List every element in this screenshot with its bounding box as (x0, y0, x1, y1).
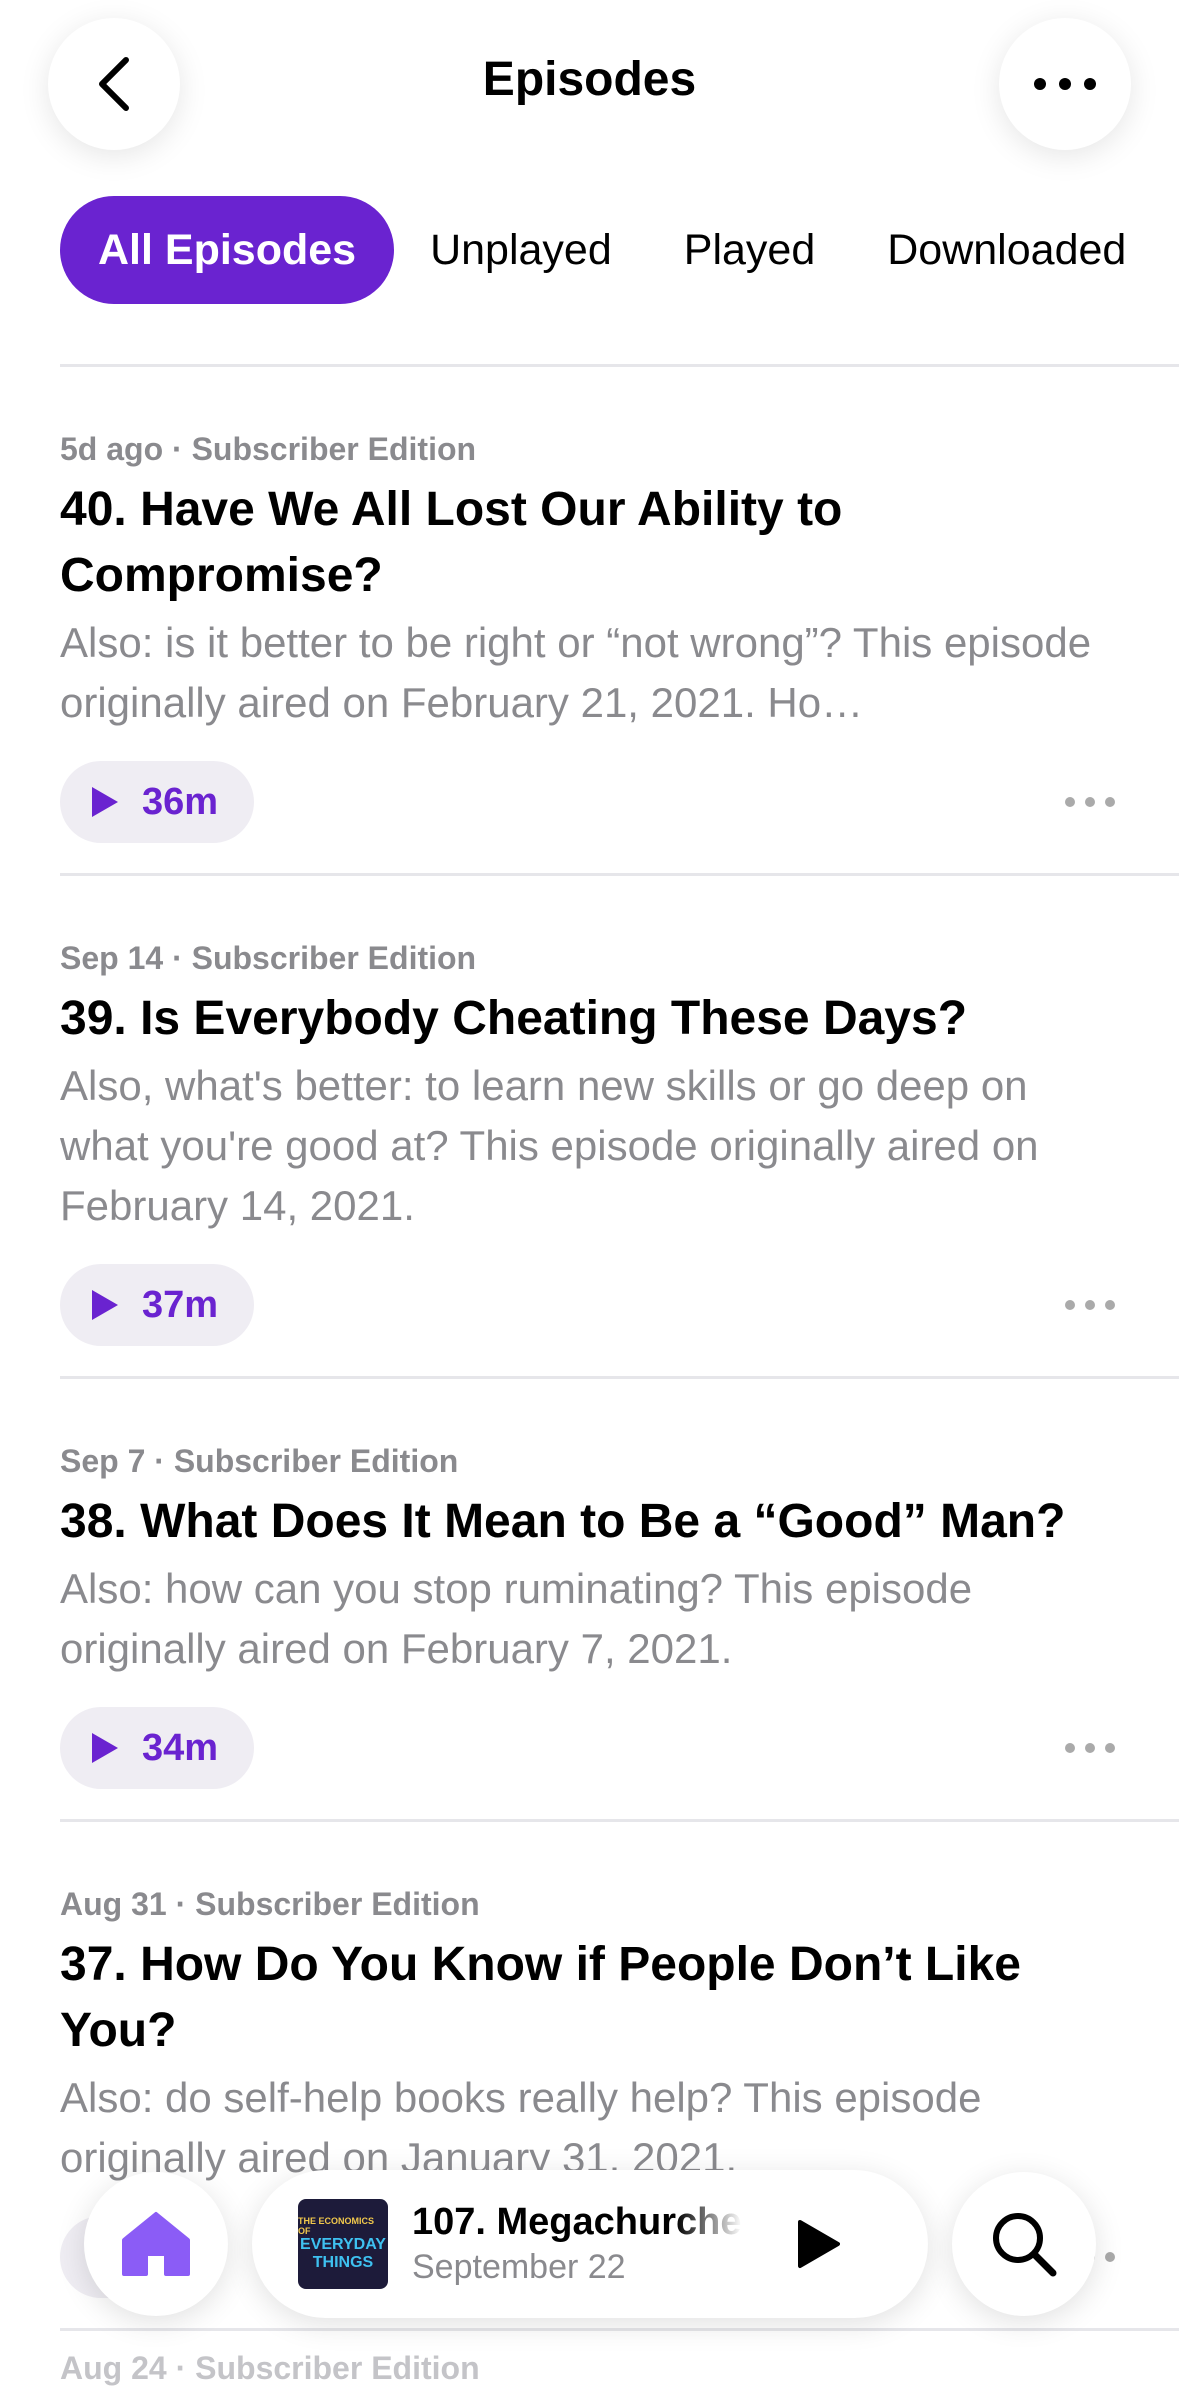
episode-description: Also: how can you stop ruminating? This … (60, 1565, 973, 1672)
episode-duration: 34m (142, 1726, 219, 1769)
episode-description: Also: is it better to be right or “not w… (60, 619, 1092, 726)
artwork-text: THINGS (312, 2254, 374, 2271)
episode-title[interactable]: 37. How Do You Know if People Don’t Like… (60, 1932, 1120, 2064)
home-button[interactable] (84, 2172, 228, 2316)
dot (1065, 797, 1075, 807)
search-icon (993, 2213, 1057, 2277)
bottom-bar: THE ECONOMICS OF EVERYDAY THINGS 107. Me… (0, 2168, 1179, 2318)
play-episode-button[interactable]: 34m (60, 1707, 255, 1789)
episode-duration: 36m (142, 780, 219, 823)
home-icon (122, 2212, 190, 2276)
episode-meta: 5d ago · Subscriber Edition (60, 431, 477, 467)
episode-title[interactable]: 40. Have We All Lost Our Ability to Comp… (60, 477, 1120, 609)
tab-played[interactable]: Played (648, 196, 851, 304)
now-playing-date: September 22 (412, 2248, 626, 2286)
more-options-button[interactable] (999, 18, 1131, 150)
episode-description: Also, what's better: to learn new skills… (60, 1062, 1039, 1229)
header: Episodes (0, 0, 1179, 170)
play-icon (92, 787, 118, 817)
episode-meta: Sep 7 · Subscriber Edition (60, 1443, 459, 1479)
episode-meta: Aug 31 · Subscriber Edition (60, 1886, 480, 1922)
podcast-artwork: THE ECONOMICS OF EVERYDAY THINGS (298, 2199, 388, 2289)
play-icon (92, 1733, 118, 1763)
episode-item[interactable]: 5d ago · Subscriber Edition 40. Have We … (60, 367, 1179, 876)
dot (1085, 1743, 1095, 1753)
episode-more-button[interactable] (1060, 797, 1120, 807)
episode-more-button[interactable] (1060, 1300, 1120, 1310)
dot (1065, 1300, 1075, 1310)
now-playing-title: 107. Megachurches (412, 2201, 742, 2243)
dot (1085, 797, 1095, 807)
play-episode-button[interactable]: 36m (60, 761, 255, 843)
dot (1105, 797, 1115, 807)
tab-all-episodes[interactable]: All Episodes (60, 196, 395, 304)
episode-meta: Aug 24 · Subscriber Edition (60, 2350, 480, 2386)
episode-duration: 37m (142, 1283, 219, 1326)
episode-meta: Sep 14 · Subscriber Edition (60, 940, 477, 976)
episode-title[interactable]: 39. Is Everybody Cheating These Days? (60, 986, 1120, 1052)
episode-more-button[interactable] (1060, 1743, 1120, 1753)
episode-filter-tabs: All Episodes Unplayed Played Downloaded (60, 196, 1179, 304)
search-button[interactable] (952, 2172, 1096, 2316)
episode-item[interactable]: Sep 7 · Subscriber Edition 38. What Does… (60, 1379, 1179, 1822)
play-episode-button[interactable]: 37m (60, 1264, 255, 1346)
artwork-text: THE ECONOMICS OF (298, 2216, 375, 2236)
ellipsis-icon (1034, 78, 1096, 90)
dot (1105, 1300, 1115, 1310)
dot (1105, 1743, 1115, 1753)
dot (1085, 1300, 1095, 1310)
now-playing-bar[interactable]: THE ECONOMICS OF EVERYDAY THINGS 107. Me… (252, 2170, 928, 2318)
tab-downloaded[interactable]: Downloaded (851, 196, 1162, 304)
artwork-text: EVERYDAY (300, 2236, 386, 2253)
now-playing-play-button[interactable] (788, 2214, 848, 2274)
episode-list: 5d ago · Subscriber Edition 40. Have We … (0, 367, 1179, 2331)
episode-title[interactable]: 38. What Does It Mean to Be a “Good” Man… (60, 1489, 1120, 1555)
play-icon (798, 2220, 840, 2268)
episode-item[interactable]: Sep 14 · Subscriber Edition 39. Is Every… (60, 876, 1179, 1379)
play-icon (92, 1290, 118, 1320)
dot (1065, 1743, 1075, 1753)
tab-unplayed[interactable]: Unplayed (394, 196, 648, 304)
